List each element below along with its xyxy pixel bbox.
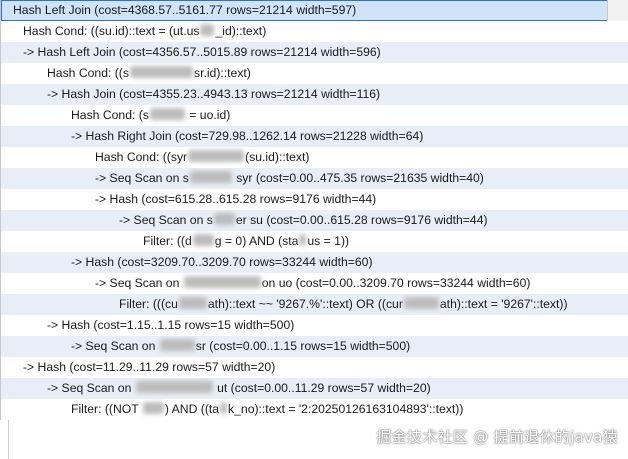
- plan-row[interactable]: -> Hash (cost=615.28..615.28 rows=9176 w…: [1, 189, 628, 210]
- plan-row-text: Hash Cond: ((syr (su.id)::text): [95, 150, 310, 164]
- plan-row-text: -> Seq Scan on s er su (cost=0.00..615.28…: [119, 213, 488, 227]
- plan-row[interactable]: Hash Cond: ((su.id)::text = (ut.us _id)::…: [1, 21, 628, 42]
- plan-row[interactable]: Hash Cond: (s = uo.id): [1, 105, 628, 126]
- redacted-text: [183, 276, 261, 288]
- plan-row-text: -> Seq Scan on sr (cost=0.00..1.15 rows=…: [71, 339, 411, 353]
- redacted-text: [129, 66, 193, 78]
- plan-row-text: Hash Left Join (cost=4368.57..5161.77 ro…: [13, 3, 357, 17]
- redacted-text: [220, 402, 228, 414]
- redacted-text: [159, 339, 195, 351]
- query-plan-grid: Hash Left Join (cost=4368.57..5161.77 ro…: [0, 0, 628, 420]
- plan-row[interactable]: -> Seq Scan on s syr (cost=0.00..475.35 …: [1, 168, 628, 189]
- plan-row-text: Hash Cond: ((s sr.id)::text): [47, 66, 251, 80]
- plan-row[interactable]: Filter: (((cu ath)::text ~~ '9267.%'::tex…: [1, 294, 628, 315]
- plan-row-text: -> Seq Scan on ut (cost=0.00..11.29 rows…: [47, 381, 431, 395]
- plan-row[interactable]: -> Seq Scan on on uo (cost=0.00..3209.70…: [1, 273, 628, 294]
- plan-row-text: Hash Cond: ((su.id)::text = (ut.us _id)::…: [23, 24, 267, 38]
- plan-row-text: -> Hash Join (cost=4355.23..4943.13 rows…: [47, 87, 381, 101]
- redacted-text: [213, 213, 235, 225]
- plan-row[interactable]: Hash Left Join (cost=4368.57..5161.77 ro…: [1, 0, 628, 21]
- watermark: 掘金技术社区 @ 提前退休的java猿: [376, 428, 618, 446]
- plan-row[interactable]: Filter: ((NOT ) AND ((ta k_no)::text = '2…: [1, 399, 628, 420]
- plan-row-text: -> Hash (cost=1.15..1.15 rows=15 width=5…: [47, 318, 295, 332]
- plan-row[interactable]: -> Hash (cost=11.29..11.29 rows=57 width…: [1, 357, 628, 378]
- plan-row[interactable]: -> Hash (cost=3209.70..3209.70 rows=3324…: [1, 252, 628, 273]
- plan-row-text: -> Hash (cost=615.28..615.28 rows=9176 w…: [95, 192, 377, 206]
- plan-row[interactable]: -> Hash Join (cost=4355.23..4943.13 rows…: [1, 84, 628, 105]
- header-edge: [607, 0, 628, 21]
- redacted-text: [403, 297, 439, 309]
- plan-row[interactable]: Filter: ((d g = 0) AND (sta us = 1)): [1, 231, 628, 252]
- plan-row[interactable]: -> Seq Scan on s er su (cost=0.00..615.28…: [1, 210, 628, 231]
- plan-row-text: -> Hash Left Join (cost=4356.57..5015.89…: [23, 45, 381, 59]
- plan-row[interactable]: -> Hash Right Join (cost=729.98..1262.14…: [1, 126, 628, 147]
- plan-row[interactable]: Hash Cond: ((syr (su.id)::text): [1, 147, 628, 168]
- plan-row-text: -> Seq Scan on on uo (cost=0.00..3209.70…: [95, 276, 531, 290]
- redacted-text: [189, 171, 232, 183]
- plan-row-text: Filter: (((cu ath)::text ~~ '9267.%'::tex…: [119, 297, 568, 311]
- plan-row[interactable]: -> Hash Left Join (cost=4356.57..5015.89…: [1, 42, 628, 63]
- redacted-text: [149, 108, 185, 120]
- plan-row-text: Filter: ((NOT ) AND ((ta k_no)::text = '2…: [71, 402, 464, 416]
- plan-row-text: Hash Cond: (s = uo.id): [71, 108, 231, 122]
- plan-row-text: -> Hash (cost=3209.70..3209.70 rows=3324…: [71, 255, 373, 269]
- plan-row[interactable]: -> Hash (cost=1.15..1.15 rows=15 width=5…: [1, 315, 628, 336]
- plan-row-text: -> Hash (cost=11.29..11.29 rows=57 width…: [23, 360, 276, 374]
- plan-row-text: -> Seq Scan on s syr (cost=0.00..475.35 …: [95, 171, 484, 185]
- plan-row[interactable]: -> Seq Scan on sr (cost=0.00..1.15 rows=…: [1, 336, 628, 357]
- redacted-text: [142, 402, 164, 414]
- plan-row[interactable]: -> Seq Scan on ut (cost=0.00..11.29 rows…: [1, 378, 628, 399]
- redacted-text: [200, 24, 215, 36]
- redacted-text: [178, 297, 207, 309]
- plan-row[interactable]: Hash Cond: ((s sr.id)::text): [1, 63, 628, 84]
- redacted-text: [188, 150, 245, 162]
- redacted-text: [299, 234, 307, 246]
- redacted-text: [192, 234, 214, 246]
- plan-row-text: -> Hash Right Join (cost=729.98..1262.14…: [71, 129, 424, 143]
- redacted-text: [135, 381, 213, 393]
- plan-row-text: Filter: ((d g = 0) AND (sta us = 1)): [143, 234, 350, 248]
